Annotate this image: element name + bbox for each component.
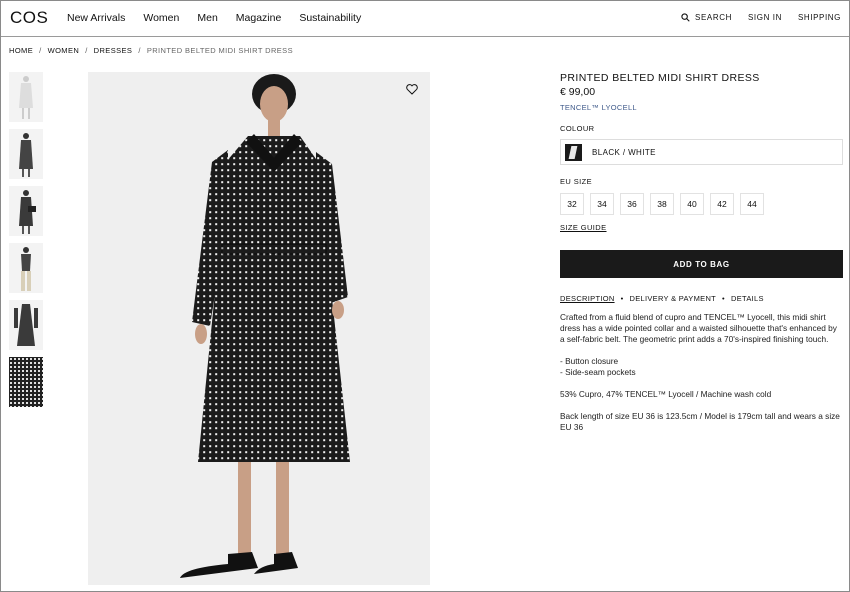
size-label: EU SIZE — [560, 177, 592, 186]
measurements-text: Back length of size EU 36 is 123.5cm / M… — [560, 411, 840, 432]
tab-description[interactable]: DESCRIPTION — [560, 294, 615, 303]
composition-text: 53% Cupro, 47% TENCEL™ Lyocell / Machine… — [560, 389, 772, 399]
main-nav: New Arrivals Women Men Magazine Sustaina… — [67, 12, 379, 24]
thumbnail-5[interactable] — [9, 300, 43, 350]
tab-details[interactable]: DETAILS — [731, 294, 764, 303]
thumbnail-list — [9, 72, 43, 414]
feature-item: - Button closure — [560, 356, 619, 366]
breadcrumb-home[interactable]: HOME — [9, 46, 33, 55]
sign-in-link[interactable]: SIGN IN — [748, 13, 782, 22]
breadcrumb-separator: / — [39, 46, 42, 55]
thumbnail-2[interactable] — [9, 129, 43, 179]
breadcrumb-women[interactable]: WOMEN — [48, 46, 80, 55]
breadcrumb-separator: / — [85, 46, 88, 55]
header-actions: SEARCH SIGN IN SHIPPING — [665, 13, 841, 22]
tab-separator: • — [722, 294, 725, 303]
nav-new-arrivals[interactable]: New Arrivals — [67, 12, 125, 24]
add-to-bag-button[interactable]: ADD TO BAG — [560, 250, 843, 278]
thumbnail-3[interactable] — [9, 186, 43, 236]
size-option-42[interactable]: 42 — [710, 193, 734, 215]
size-guide-link[interactable]: SIZE GUIDE — [560, 223, 607, 232]
size-option-32[interactable]: 32 — [560, 193, 584, 215]
shipping-link[interactable]: SHIPPING — [798, 13, 841, 22]
logo[interactable]: COS — [10, 8, 48, 28]
info-tabs: DESCRIPTION • DELIVERY & PAYMENT • DETAI… — [560, 294, 843, 303]
thumbnail-6[interactable] — [9, 357, 43, 407]
site-header: COS New Arrivals Women Men Magazine Sust… — [1, 1, 849, 37]
size-option-44[interactable]: 44 — [740, 193, 764, 215]
colour-label: COLOUR — [560, 124, 595, 133]
nav-women[interactable]: Women — [143, 12, 179, 24]
search-label: SEARCH — [695, 13, 732, 22]
thumbnail-4[interactable] — [9, 243, 43, 293]
size-options: 32 34 36 38 40 42 44 — [560, 193, 843, 215]
nav-magazine[interactable]: Magazine — [236, 12, 282, 24]
search-button[interactable]: SEARCH — [681, 13, 732, 22]
thumbnail-1[interactable] — [9, 72, 43, 122]
description-text: Crafted from a fluid blend of cupro and … — [560, 312, 837, 344]
nav-men[interactable]: Men — [197, 12, 217, 24]
size-option-40[interactable]: 40 — [680, 193, 704, 215]
model-illustration — [180, 74, 350, 578]
product-description: Crafted from a fluid blend of cupro and … — [560, 312, 843, 433]
size-option-38[interactable]: 38 — [650, 193, 674, 215]
colour-selector[interactable]: BLACK / WHITE — [560, 139, 843, 165]
size-option-34[interactable]: 34 — [590, 193, 614, 215]
colour-swatch — [565, 143, 582, 161]
breadcrumb-dresses[interactable]: DRESSES — [94, 46, 133, 55]
product-price: € 99,00 — [560, 86, 596, 98]
fabric-link[interactable]: TENCEL™ LYOCELL — [560, 103, 843, 112]
feature-list: - Button closure - Side-seam pockets — [560, 356, 843, 378]
product-info: PRINTED BELTED MIDI SHIRT DRESS € 99,00 … — [560, 72, 843, 444]
nav-sustainability[interactable]: Sustainability — [299, 12, 361, 24]
breadcrumb: HOME / WOMEN / DRESSES / PRINTED BELTED … — [9, 46, 293, 55]
breadcrumb-separator: / — [138, 46, 141, 55]
colour-value: BLACK / WHITE — [592, 147, 656, 157]
product-image[interactable] — [88, 72, 430, 585]
product-title: PRINTED BELTED MIDI SHIRT DRESS — [560, 72, 760, 84]
tab-delivery-payment[interactable]: DELIVERY & PAYMENT — [630, 294, 717, 303]
wishlist-heart-icon[interactable] — [406, 84, 418, 95]
tab-separator: • — [620, 294, 624, 303]
feature-item: - Side-seam pockets — [560, 367, 636, 377]
search-icon — [681, 13, 690, 22]
breadcrumb-current: PRINTED BELTED MIDI SHIRT DRESS — [146, 46, 293, 55]
size-option-36[interactable]: 36 — [620, 193, 644, 215]
